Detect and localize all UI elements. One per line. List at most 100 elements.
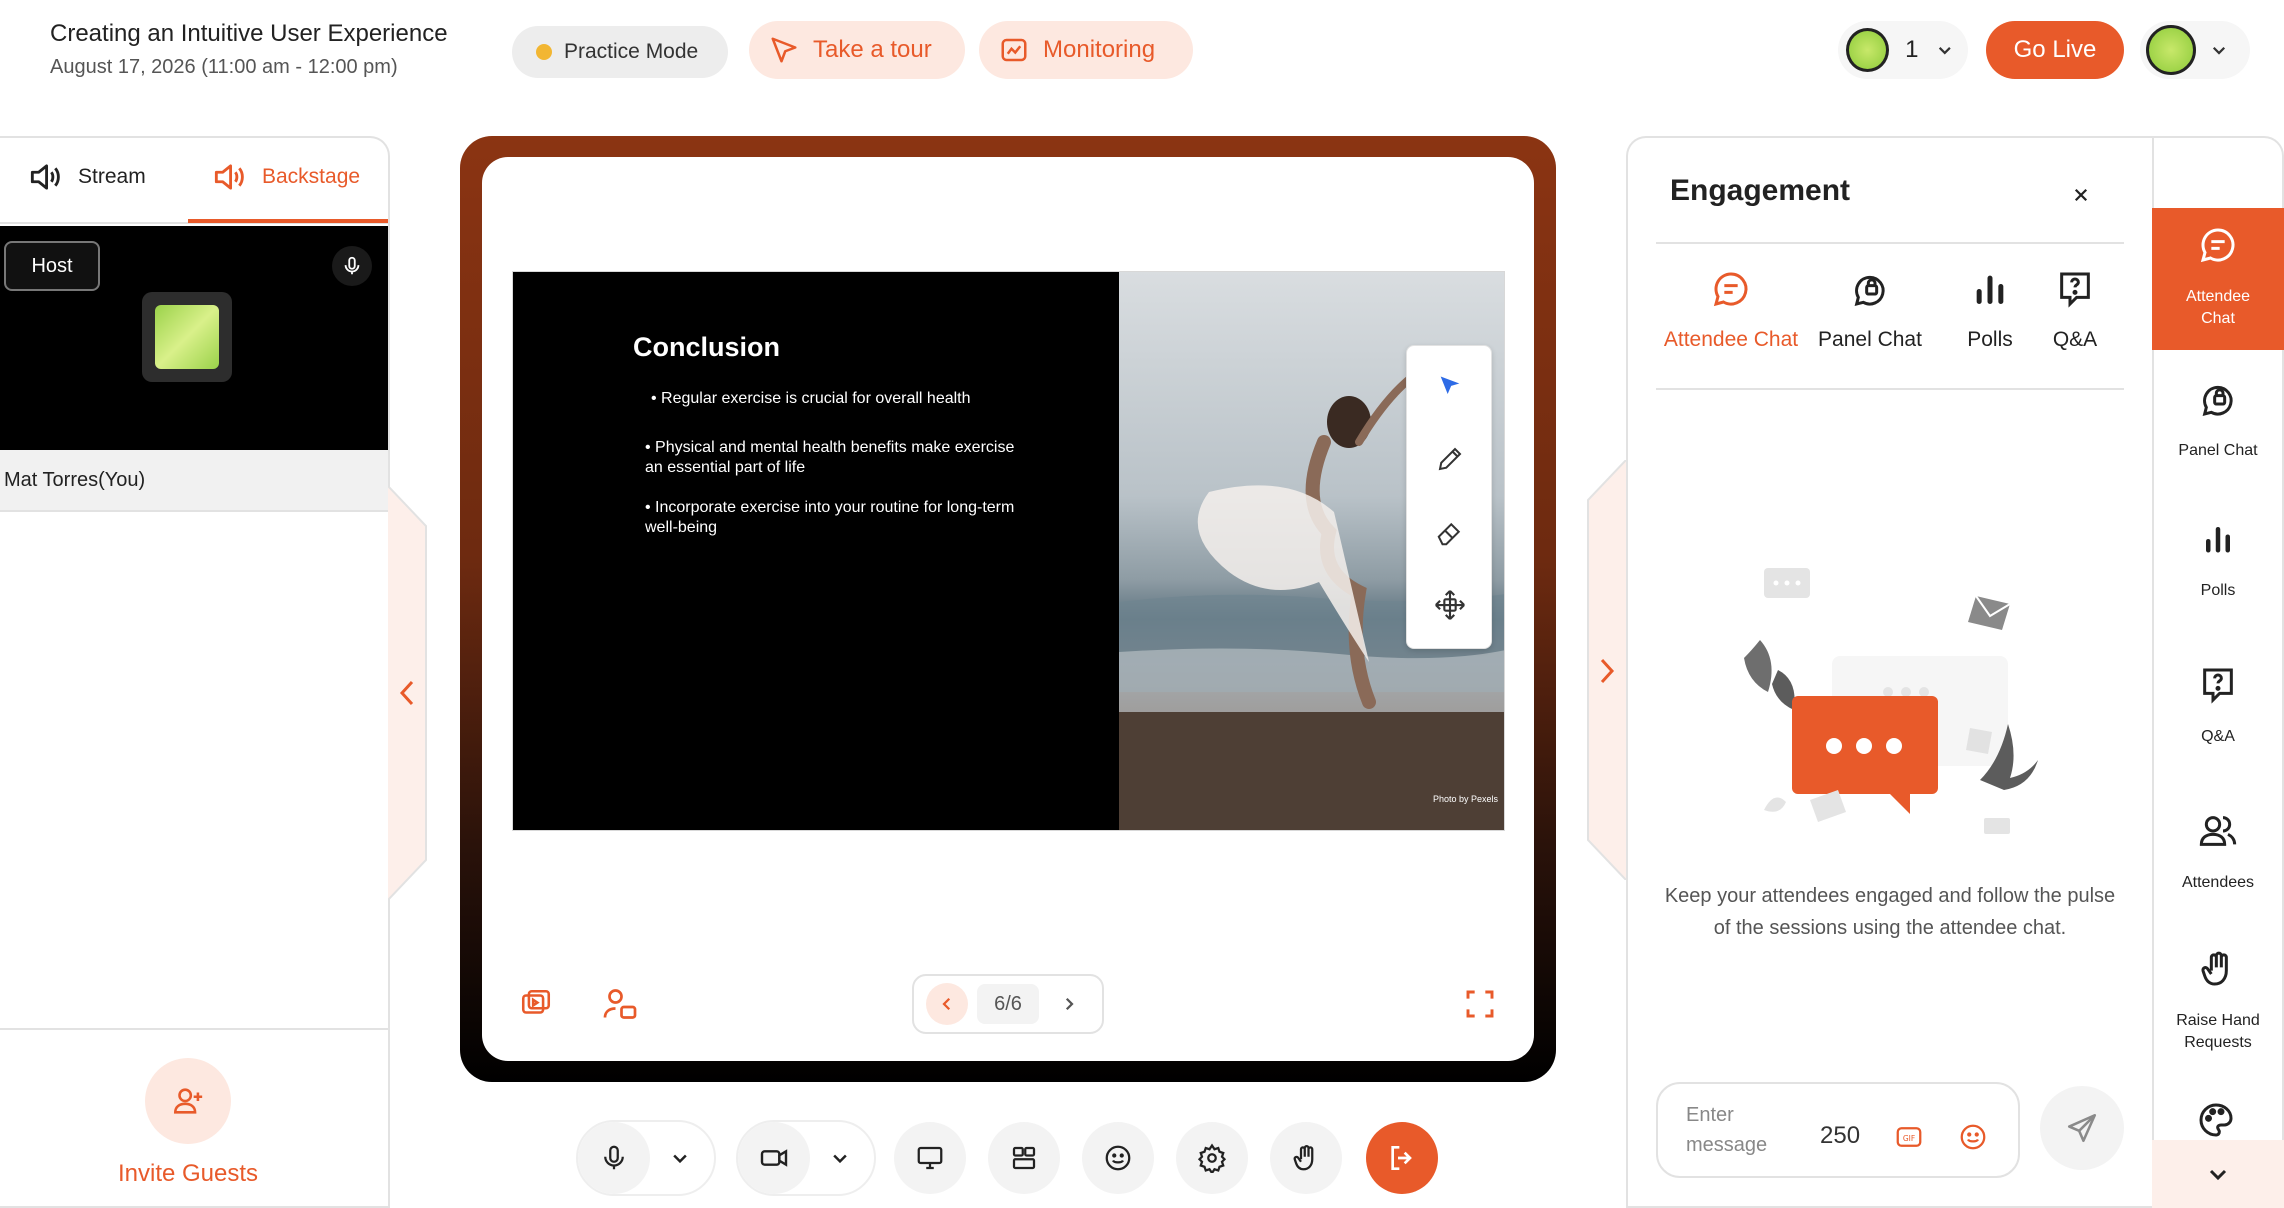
presentation-slide[interactable]: Conclusion • Regular exercise is crucial… — [512, 271, 1505, 831]
tab-qa[interactable]: Q&A — [2040, 266, 2110, 352]
invite-guests-button[interactable] — [145, 1058, 231, 1144]
slides-button[interactable] — [516, 984, 556, 1024]
invite-guests-label: Invite Guests — [117, 1160, 259, 1187]
emoji-icon — [1960, 1124, 1986, 1150]
rail-item-label: Polls — [2200, 582, 2236, 599]
chat-icon — [1713, 272, 1748, 307]
pointer-tool[interactable] — [1431, 368, 1469, 406]
fullscreen-icon — [1466, 990, 1494, 1018]
panel-chat-icon — [1854, 275, 1885, 307]
previous-slide-button[interactable] — [926, 983, 968, 1025]
camera-options-button[interactable] — [810, 1128, 870, 1188]
svg-text:GIF: GIF — [1903, 1134, 1915, 1143]
tab-polls[interactable]: Polls — [1950, 266, 2030, 352]
divider — [1656, 388, 2124, 390]
engagement-title: Engagement — [1670, 174, 1851, 207]
rail-item-label: Panel Chat — [2178, 442, 2258, 459]
raise-hand-button[interactable] — [1270, 1122, 1342, 1194]
char-count: 250 — [1820, 1122, 1861, 1149]
annotation-toolbar — [1406, 345, 1492, 649]
chevron-down-icon — [673, 1154, 687, 1164]
tab-label: Q&A — [2052, 328, 2098, 351]
move-tool[interactable] — [1431, 586, 1469, 624]
qa-icon — [2203, 668, 2233, 704]
layout-button[interactable] — [988, 1122, 1060, 1194]
move-icon — [1435, 590, 1465, 620]
polls-icon — [1976, 275, 2004, 304]
close-button[interactable] — [2064, 178, 2098, 212]
panel-chat-icon — [2202, 385, 2233, 417]
practice-mode-label: Practice Mode — [564, 40, 699, 63]
take-tour-button[interactable]: Take a tour — [749, 21, 965, 79]
rail-item-attendees[interactable]: Attendees — [2152, 808, 2284, 894]
presenter-icon — [603, 989, 637, 1019]
pointer-icon — [1440, 376, 1460, 394]
rail-item-attendee-chat[interactable]: Attendee Chat — [2152, 222, 2284, 330]
rail-item-qa[interactable]: Q&A — [2152, 662, 2284, 748]
collapse-left-handle[interactable] — [388, 486, 428, 900]
empty-state-text: Keep your attendees engaged and follow t… — [1664, 885, 2116, 939]
slide-bullet: • Regular exercise is crucial for overal… — [651, 390, 971, 407]
rail-item-label: Raise Hand Requests — [2176, 1012, 2260, 1051]
rail-item-label: Attendee Chat — [2185, 288, 2251, 327]
camera-icon — [760, 1149, 788, 1167]
tab-backstage-label: Backstage — [262, 165, 361, 188]
tab-panel-chat[interactable]: Panel Chat — [1812, 266, 1928, 352]
chevron-down-icon — [2212, 46, 2226, 55]
mic-status — [332, 246, 372, 286]
tab-stream-label: Stream — [78, 165, 146, 188]
reactions-button[interactable] — [1082, 1122, 1154, 1194]
rail-item-panel-chat[interactable]: Panel Chat — [2152, 376, 2284, 462]
slides-icon — [521, 989, 551, 1014]
user-avatar — [2146, 25, 2196, 75]
gif-button[interactable]: GIF — [1894, 1122, 1924, 1152]
pencil-tool[interactable] — [1431, 440, 1469, 478]
status-dot-icon — [536, 44, 552, 60]
fullscreen-button[interactable] — [1460, 984, 1500, 1024]
screen-share-button[interactable] — [894, 1122, 966, 1194]
send-button[interactable] — [2040, 1086, 2124, 1170]
palette-icon — [2199, 1103, 2233, 1137]
go-live-button[interactable]: Go Live — [1986, 21, 2124, 79]
next-slide-button[interactable] — [1048, 983, 1090, 1025]
slide-pager: 6/6 — [912, 974, 1104, 1034]
slide-bullet: • Incorporate exercise into your routine… — [645, 499, 1015, 536]
chevron-left-icon — [942, 997, 951, 1011]
take-tour-label: Take a tour — [813, 36, 932, 63]
mic-button[interactable] — [578, 1122, 650, 1194]
leave-button[interactable] — [1366, 1122, 1438, 1194]
screen-share-icon — [917, 1146, 943, 1170]
tab-backstage[interactable]: Backstage — [210, 158, 360, 196]
eraser-icon — [1437, 522, 1461, 546]
rail-item-theme[interactable] — [2196, 1100, 2240, 1144]
practice-mode-badge: Practice Mode — [512, 26, 728, 78]
rail-item-polls[interactable]: Polls — [2152, 516, 2284, 602]
rail-item-raise-hand[interactable]: Raise Hand Requests — [2152, 946, 2284, 1054]
settings-button[interactable] — [1176, 1122, 1248, 1194]
divider — [0, 1028, 388, 1030]
hand-icon — [1293, 1145, 1314, 1171]
speaker-icon — [30, 164, 60, 190]
tab-attendee-chat[interactable]: Attendee Chat — [1660, 266, 1802, 352]
pointer-icon — [771, 37, 797, 63]
rail-scroll-down-button[interactable] — [2152, 1140, 2284, 1208]
eraser-tool[interactable] — [1431, 514, 1469, 552]
slide-text-area — [513, 272, 1118, 830]
camera-button[interactable] — [738, 1122, 810, 1194]
page-number: 6/6 — [977, 984, 1039, 1024]
mic-control — [576, 1120, 716, 1196]
viewer-count-dropdown[interactable]: 1 — [1838, 21, 1968, 79]
emoji-picker-button[interactable] — [1958, 1122, 1988, 1152]
photo-credit: Photo by Pexels — [1432, 794, 1498, 804]
active-tab-indicator — [188, 219, 388, 223]
tab-stream[interactable]: Stream — [26, 158, 146, 196]
session-title: Creating an Intuitive User Experience — [50, 20, 448, 47]
leave-icon — [1391, 1146, 1412, 1170]
emoji-icon — [1105, 1145, 1131, 1171]
collapse-right-handle[interactable] — [1586, 460, 1626, 880]
mic-options-button[interactable] — [650, 1128, 710, 1188]
presenter-button[interactable] — [600, 984, 640, 1024]
user-menu[interactable] — [2140, 21, 2250, 79]
chevron-down-icon — [2209, 1169, 2227, 1181]
monitoring-button[interactable]: Monitoring — [979, 21, 1193, 79]
